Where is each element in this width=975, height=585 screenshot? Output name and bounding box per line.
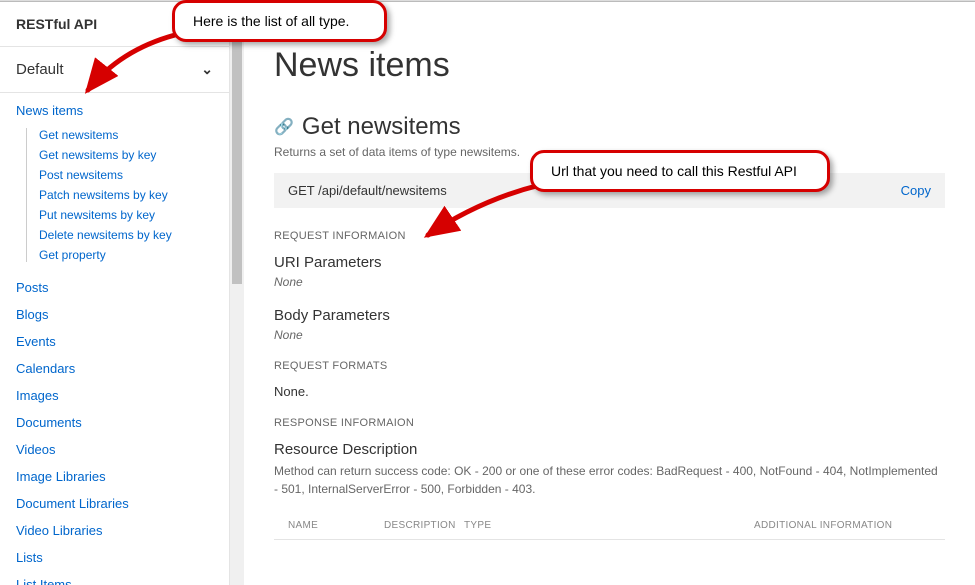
body-params-value: None xyxy=(274,328,945,342)
copy-button[interactable]: Copy xyxy=(901,183,931,198)
sidebar-sub-put-newsitems-key[interactable]: Put newsitems by key xyxy=(39,208,213,222)
sidebar-item-blogs[interactable]: Blogs xyxy=(16,307,213,322)
sidebar-sub-patch-newsitems-key[interactable]: Patch newsitems by key xyxy=(39,188,213,202)
uri-params-value: None xyxy=(274,275,945,289)
annotation-arrow-1 xyxy=(80,30,190,110)
body-params-label: Body Parameters xyxy=(274,307,945,324)
request-formats-label: REQUEST FORMATS xyxy=(274,360,945,372)
sidebar-item-lists[interactable]: Lists xyxy=(16,550,213,565)
sidebar-sub-delete-newsitems-key[interactable]: Delete newsitems by key xyxy=(39,228,213,242)
th-additional: ADDITIONAL INFORMATION xyxy=(754,520,945,531)
annotation-arrow-2 xyxy=(420,180,550,250)
sidebar-scrollbar[interactable] xyxy=(230,2,244,585)
main-content: News items 🔗 Get newsitems Returns a set… xyxy=(244,2,975,585)
scroll-thumb[interactable] xyxy=(232,4,242,284)
sidebar-sub-get-newsitems[interactable]: Get newsitems xyxy=(39,128,213,142)
sidebar-item-posts[interactable]: Posts xyxy=(16,280,213,295)
sidebar-subnav: Get newsitems Get newsitems by key Post … xyxy=(26,128,213,262)
sidebar-nav: News items Get newsitems Get newsitems b… xyxy=(0,93,229,585)
dropdown-label: Default xyxy=(16,61,64,78)
annotation-callout-2: Url that you need to call this Restful A… xyxy=(530,150,830,192)
section-title-row: 🔗 Get newsitems xyxy=(274,113,945,141)
table-header-row: NAME DESCRIPTION TYPE ADDITIONAL INFORMA… xyxy=(274,512,945,540)
chevron-down-icon: ⌄ xyxy=(201,61,213,78)
sidebar-list: Posts Blogs Events Calendars Images Docu… xyxy=(16,280,213,585)
sidebar-item-calendars[interactable]: Calendars xyxy=(16,361,213,376)
sidebar-sub-post-newsitems[interactable]: Post newsitems xyxy=(39,168,213,182)
link-icon[interactable]: 🔗 xyxy=(274,117,294,137)
th-name: NAME xyxy=(274,520,384,531)
annotation-callout-1: Here is the list of all type. xyxy=(172,0,387,42)
sidebar-item-document-libraries[interactable]: Document Libraries xyxy=(16,496,213,511)
uri-params-label: URI Parameters xyxy=(274,254,945,271)
th-type: TYPE xyxy=(464,520,754,531)
response-info-label: RESPONSE INFORMAION xyxy=(274,417,945,429)
sidebar-item-image-libraries[interactable]: Image Libraries xyxy=(16,469,213,484)
sidebar-sub-get-newsitems-key[interactable]: Get newsitems by key xyxy=(39,148,213,162)
sidebar-item-documents[interactable]: Documents xyxy=(16,415,213,430)
page-title: News items xyxy=(274,46,945,85)
sidebar-item-videos[interactable]: Videos xyxy=(16,442,213,457)
th-description: DESCRIPTION xyxy=(384,520,464,531)
sidebar-sub-get-property[interactable]: Get property xyxy=(39,248,213,262)
sidebar-item-images[interactable]: Images xyxy=(16,388,213,403)
request-info-label: REQUEST INFORMAION xyxy=(274,230,945,242)
sidebar-item-list-items[interactable]: List Items xyxy=(16,577,213,585)
request-formats-value: None. xyxy=(274,384,945,399)
sidebar-item-events[interactable]: Events xyxy=(16,334,213,349)
resource-desc-text: Method can return success code: OK - 200… xyxy=(274,462,945,498)
resource-desc-label: Resource Description xyxy=(274,441,945,458)
sidebar-item-video-libraries[interactable]: Video Libraries xyxy=(16,523,213,538)
section-title: Get newsitems xyxy=(302,113,461,141)
